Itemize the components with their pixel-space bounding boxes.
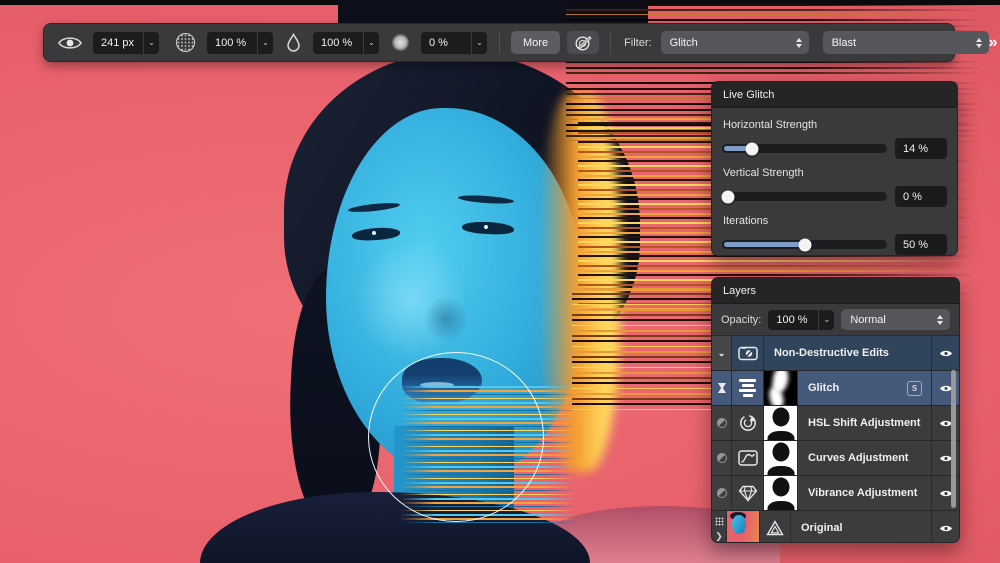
layer-thumbnail[interactable] xyxy=(727,511,760,543)
softness-value[interactable]: 0 % xyxy=(421,32,471,54)
visibility-eye-icon[interactable] xyxy=(932,336,959,370)
layer-toggle-icon[interactable] xyxy=(712,406,732,440)
opacity-input[interactable]: 100 % ⌄ xyxy=(768,310,834,330)
layer-row-non-destructive-edits[interactable]: ⌄ Non-Destructive Edits xyxy=(712,336,959,371)
slider-fill xyxy=(724,146,748,151)
brush-width-value[interactable]: 241 px xyxy=(93,32,143,54)
horizontal-strength-value[interactable]: 14 % xyxy=(895,138,947,159)
slider-label: Horizontal Strength xyxy=(723,119,946,131)
chevron-down-icon[interactable]: ⌄ xyxy=(818,310,834,330)
photo-eye-glint xyxy=(484,225,488,229)
hardness-input[interactable]: 100 % ⌄ xyxy=(207,32,273,54)
pixel-dots-icon xyxy=(715,517,724,526)
flow-input[interactable]: 100 % ⌄ xyxy=(313,32,379,54)
filter-label: Filter: xyxy=(624,37,652,49)
slider-knob[interactable] xyxy=(798,238,811,251)
iterations-slider[interactable] xyxy=(722,240,887,249)
layer-toggle-icon[interactable] xyxy=(712,441,732,475)
chevron-down-icon[interactable]: ⌄ xyxy=(143,32,159,54)
photo-nose-shadow xyxy=(424,296,468,342)
chevron-right-icon[interactable]: ❯ xyxy=(715,533,723,539)
select-updown-icon xyxy=(937,315,943,325)
flow-value[interactable]: 100 % xyxy=(313,32,363,54)
blend-mode-value: Normal xyxy=(850,314,885,326)
filter-mode-select[interactable]: Blast xyxy=(823,31,989,54)
slider-knob[interactable] xyxy=(746,142,759,155)
layer-mask-thumbnail[interactable] xyxy=(764,371,798,405)
blend-mode-select[interactable]: Normal xyxy=(841,309,950,330)
brush-cursor-outline xyxy=(368,352,544,522)
slider-label: Vertical Strength xyxy=(723,167,946,179)
hsl-adjustment-icon xyxy=(732,406,764,440)
select-updown-icon xyxy=(976,38,982,48)
photo-eye-glint xyxy=(372,231,376,235)
opacity-label: Opacity: xyxy=(721,314,761,326)
layer-name[interactable]: Curves Adjustment xyxy=(798,441,932,475)
layers-scrollbar[interactable] xyxy=(951,370,956,508)
layer-name[interactable]: Non-Destructive Edits xyxy=(764,336,932,370)
layers-panel: Layers Opacity: 100 % ⌄ Normal ⌄ Non-Des… xyxy=(711,277,960,543)
group-image-icon xyxy=(732,336,764,370)
chevron-down-icon[interactable]: ⌄ xyxy=(471,32,487,54)
curves-adjustment-icon xyxy=(732,441,764,475)
smart-badge: S xyxy=(907,381,922,396)
brush-settings-button[interactable] xyxy=(567,31,599,54)
toolbar-overflow-button[interactable]: » xyxy=(989,34,996,52)
mask-link-hourglass-icon[interactable] xyxy=(712,371,732,405)
layer-name[interactable]: HSL Shift Adjustment xyxy=(798,406,932,440)
vibrance-adjustment-icon xyxy=(732,476,764,510)
brush-width-icon xyxy=(57,34,83,52)
layer-mask-thumbnail[interactable] xyxy=(764,441,798,475)
iterations-value[interactable]: 50 % xyxy=(895,234,947,255)
layer-row-curves[interactable]: Curves Adjustment xyxy=(712,441,959,476)
opacity-value[interactable]: 100 % xyxy=(768,310,818,330)
softness-icon xyxy=(392,34,409,51)
slider-label: Iterations xyxy=(723,215,946,227)
panel-title: Layers xyxy=(712,278,959,304)
vertical-strength-slider[interactable] xyxy=(722,192,887,201)
context-toolbar: 241 px ⌄ 100 % ⌄ 100 % ⌄ 0 % ⌄ More Filt… xyxy=(43,23,955,62)
filter-select[interactable]: Glitch xyxy=(661,31,809,54)
more-button[interactable]: More xyxy=(511,31,560,54)
filter-select-value: Glitch xyxy=(670,37,698,49)
layer-name[interactable]: Vibrance Adjustment xyxy=(798,476,932,510)
layer-name[interactable]: Original xyxy=(791,511,932,543)
brush-width-input[interactable]: 241 px ⌄ xyxy=(93,32,159,54)
slider-knob[interactable] xyxy=(722,190,735,203)
slider-fill xyxy=(724,242,801,247)
layer-toggle-icon[interactable] xyxy=(712,476,732,510)
panel-title: Live Glitch xyxy=(712,82,957,108)
app-window: 241 px ⌄ 100 % ⌄ 100 % ⌄ 0 % ⌄ More Filt… xyxy=(0,0,1000,563)
expand-chevron-icon[interactable]: ⌄ xyxy=(712,336,732,370)
live-glitch-panel: Live Glitch Horizontal Strength 14 % Ver… xyxy=(711,81,958,256)
layers-options-row: Opacity: 100 % ⌄ Normal xyxy=(712,304,959,336)
brush-icon xyxy=(574,35,592,51)
pixel-layer-indicator[interactable]: ❯ xyxy=(712,511,727,543)
layers-list: ⌄ Non-Destructive Edits xyxy=(712,336,959,543)
toolbar-separator xyxy=(499,32,500,54)
layer-name[interactable]: Glitch S xyxy=(798,371,932,405)
live-filter-stack-icon xyxy=(732,371,764,405)
layer-row-glitch[interactable]: Glitch S xyxy=(712,371,959,406)
toolbar-separator xyxy=(610,32,611,54)
hardness-icon xyxy=(176,33,195,52)
chevron-down-icon[interactable]: ⌄ xyxy=(257,32,273,54)
hardness-value[interactable]: 100 % xyxy=(207,32,257,54)
vertical-strength-value[interactable]: 0 % xyxy=(895,186,947,207)
layer-mask-thumbnail[interactable] xyxy=(764,406,798,440)
chevron-down-icon[interactable]: ⌄ xyxy=(363,32,379,54)
layer-row-original[interactable]: ❯ Original xyxy=(712,511,959,543)
flow-icon xyxy=(286,33,301,52)
select-updown-icon xyxy=(796,38,802,48)
snapshot-triangle-icon xyxy=(760,511,791,543)
visibility-eye-icon[interactable] xyxy=(932,511,959,543)
filter-mode-select-value: Blast xyxy=(832,37,856,49)
layer-row-hsl-shift[interactable]: HSL Shift Adjustment xyxy=(712,406,959,441)
softness-input[interactable]: 0 % ⌄ xyxy=(421,32,487,54)
horizontal-strength-slider[interactable] xyxy=(722,144,887,153)
layer-row-vibrance[interactable]: Vibrance Adjustment xyxy=(712,476,959,511)
layer-mask-thumbnail[interactable] xyxy=(764,476,798,510)
